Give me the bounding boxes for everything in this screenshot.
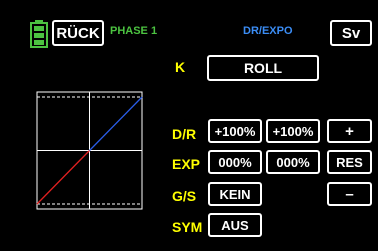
minus-button[interactable]: – [327,182,372,206]
gs-field[interactable]: KEIN [208,182,262,206]
curve-negative-segment [36,150,90,205]
curve-graph-svg [36,91,143,210]
dr-label: D/R [172,126,197,142]
exp-label: EXP [172,156,201,172]
curve-graph [36,91,143,210]
battery-icon [30,20,48,48]
back-button[interactable]: RÜCK [52,20,104,46]
exp-left-field[interactable]: 000% [208,150,262,174]
transmitter-screen: RÜCK PHASE 1 DR/EXPO Sv K ROLL D/R +100%… [0,0,378,251]
exp-right-field[interactable]: 000% [266,150,320,174]
plus-button[interactable]: + [327,119,372,143]
page-title: DR/EXPO [243,25,293,37]
curve-positive-segment [89,96,143,151]
channel-label: K [175,59,186,75]
gs-label: G/S [172,188,197,204]
reset-button[interactable]: RES [327,150,372,174]
dr-right-field[interactable]: +100% [266,119,320,143]
sym-field[interactable]: AUS [208,213,262,237]
sym-label: SYM [172,219,203,235]
save-button[interactable]: Sv [330,20,372,46]
dr-left-field[interactable]: +100% [208,119,262,143]
channel-select[interactable]: ROLL [207,55,319,81]
phase-label: PHASE 1 [110,25,158,37]
